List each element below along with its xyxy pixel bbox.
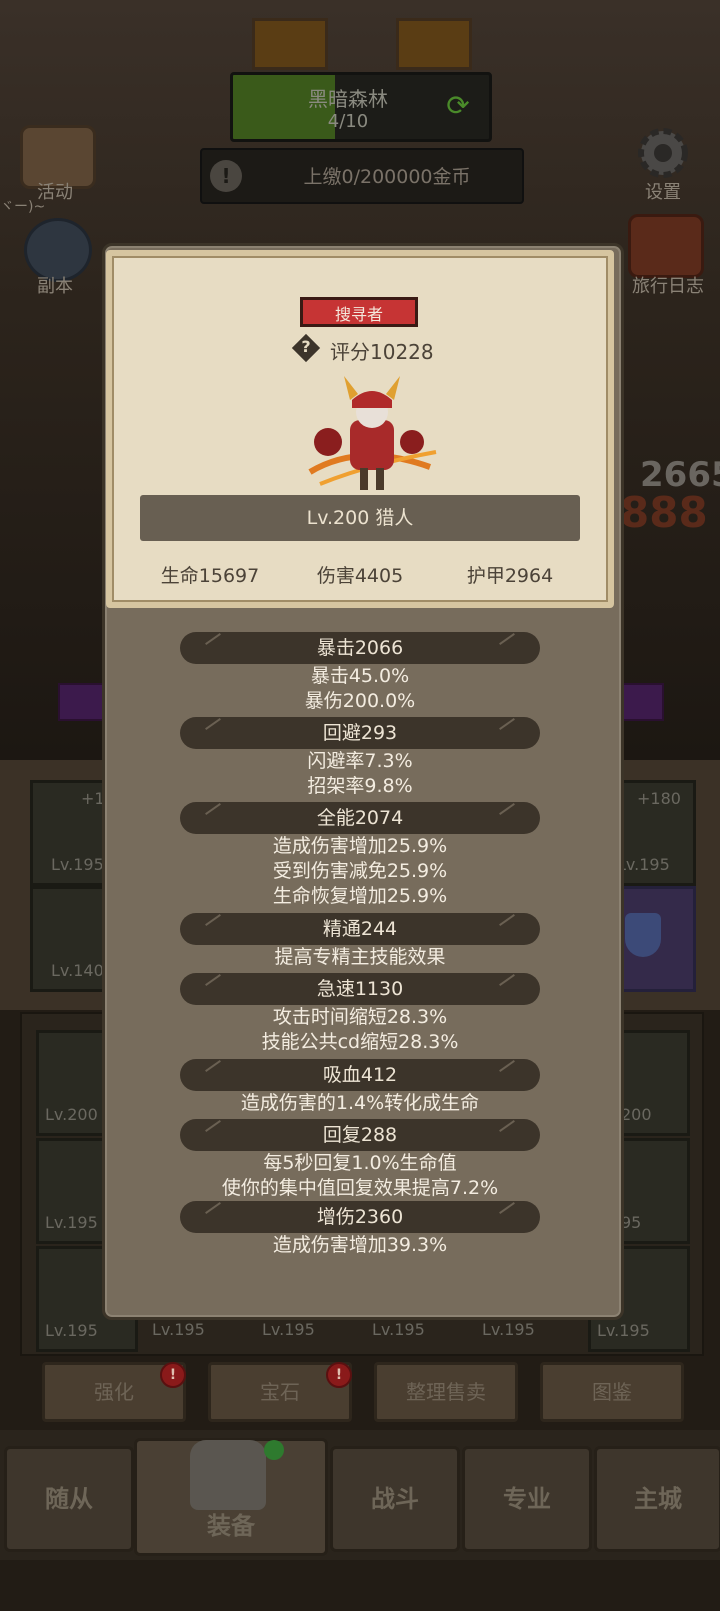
stat-header-crit: 暴击2066 [180,632,540,664]
side-label-journal: 旅行日志 [632,276,704,297]
decor-slash [499,718,515,730]
stat-header-evasion: 回避293 [180,717,540,749]
stat-line: 提高专精主技能效果 [274,946,446,968]
journal-icon[interactable] [628,214,704,278]
tribute-text: 上缴0/200000金币 [303,166,471,188]
alert-badge: ! [160,1362,186,1388]
role-badge: 搜寻者 [300,297,418,327]
tower-window [396,18,472,70]
decor-slash [205,633,221,645]
decor-slash [205,1202,221,1214]
decor-slash [205,1120,221,1132]
stat-line: 暴伤200.0% [304,690,416,712]
tab-followers[interactable]: 随从 [4,1446,134,1552]
hero-score: 评分10228 [330,340,434,364]
gear-icon[interactable] [630,120,696,186]
stat-line: 每5秒回复1.0%生命值 [263,1152,457,1174]
armor-stat: 护甲2964 [466,565,554,587]
side-label-settings: 设置 [645,182,681,203]
item-level: Lv.195 [152,1320,205,1339]
stage-progress-count: 4/10 [327,111,369,132]
stat-line: 闪避率7.3% [307,750,413,772]
tab-battle[interactable]: 战斗 [330,1446,460,1552]
damage-number: 888 [620,488,708,537]
decor-slash [499,1060,515,1072]
stat-line: 生命恢复增加25.9% [272,885,448,907]
tab-main-city[interactable]: 主城 [594,1446,720,1552]
decor-slash [205,914,221,926]
stat-header-haste: 急速1130 [180,973,540,1005]
decor-slash [499,974,515,986]
alert-icon: ! [210,160,242,192]
hero-name-level: Lv.200 猎人 [140,495,580,541]
item-level: Lv.195 [262,1320,315,1339]
notice-dot [264,1440,284,1460]
hp-stat: 生命15697 [160,565,260,587]
armor-icon [190,1440,266,1510]
decor-slash [205,803,221,815]
sort-sell-button[interactable]: 整理售卖 [374,1362,518,1422]
hunter-sprite [300,372,440,497]
decor-slash [499,803,515,815]
decor-slash [499,1202,515,1214]
stat-line: 受到伤害减免25.9% [272,860,448,882]
item-level: Lv.195 [482,1320,535,1339]
tribute-bar[interactable]: ! 上缴0/200000金币 [200,148,524,204]
left-fragment-text: ヾー)~ [0,199,46,215]
stage-name: 黑暗森林 [308,87,388,111]
decor-slash [499,1120,515,1132]
stat-line: 技能公共cd缩短28.3% [261,1031,459,1053]
energy-bar [58,683,108,721]
decor-slash [205,1060,221,1072]
stat-header-versatility: 全能2074 [180,802,540,834]
stage-progress-box[interactable]: 黑暗森林 4/10 ⟳ [230,72,492,142]
stat-line: 暴击45.0% [310,665,410,687]
tab-profession[interactable]: 专业 [462,1446,592,1552]
stat-header-lifesteal: 吸血412 [180,1059,540,1091]
stat-line: 招架率9.8% [307,775,413,797]
side-label-dungeon: 副本 [37,276,73,297]
stat-line: 攻击时间缩短28.3% [272,1006,448,1028]
shield-icon [625,913,661,957]
stat-line: 造成伤害增加25.9% [272,835,448,857]
stat-header-mastery: 精通244 [180,913,540,945]
decor-slash [499,914,515,926]
item-level: Lv.195 [372,1320,425,1339]
damage-stat: 伤害4405 [316,565,404,587]
tower-window [252,18,328,70]
stat-line: 造成伤害的1.4%转化成生命 [240,1092,480,1114]
stat-line: 造成伤害增加39.3% [272,1234,448,1256]
alert-badge: ! [326,1362,352,1388]
help-icon[interactable]: ? [291,333,321,363]
codex-button[interactable]: 图鉴 [540,1362,684,1422]
decor-slash [205,718,221,730]
stat-line: 使你的集中值回复效果提高7.2% [221,1177,499,1199]
refresh-icon[interactable]: ⟳ [443,91,473,121]
stat-header-bonus-damage: 增伤2360 [180,1201,540,1233]
decor-slash [205,974,221,986]
decor-slash [499,633,515,645]
stat-header-regen: 回复288 [180,1119,540,1151]
